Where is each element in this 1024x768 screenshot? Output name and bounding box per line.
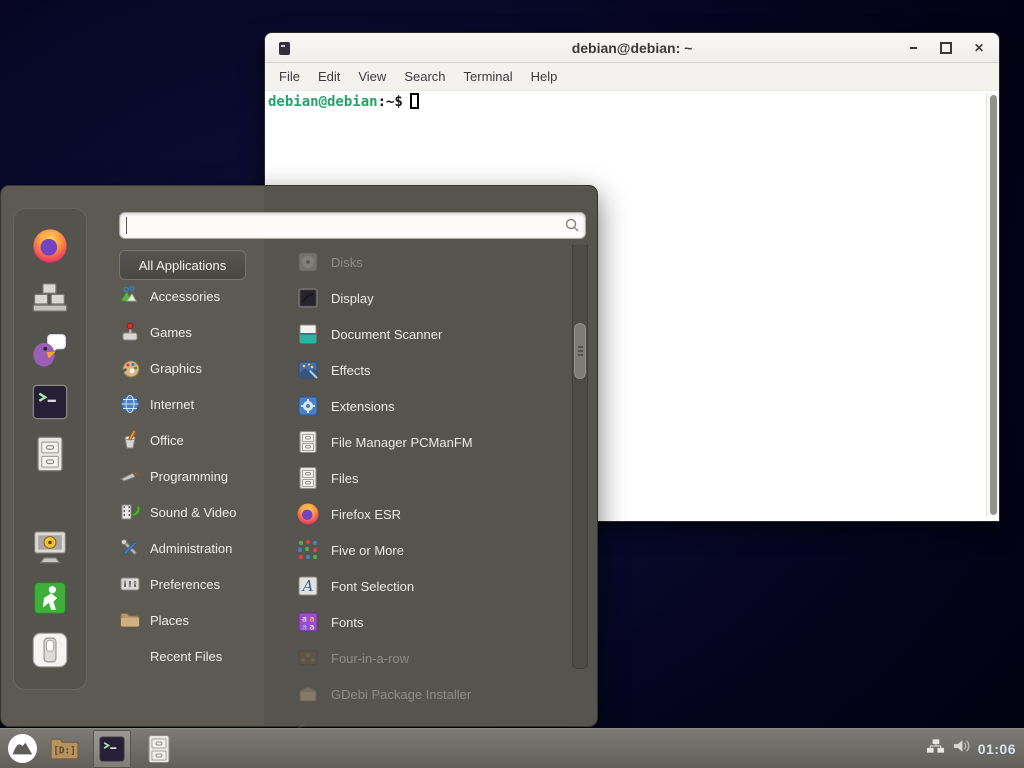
package-installer-icon[interactable]: [31, 279, 69, 317]
display-icon: [296, 286, 320, 310]
network-icon[interactable]: [926, 738, 945, 759]
category-places[interactable]: Places: [119, 602, 271, 638]
terminal-window-title: debian@debian: ~: [572, 40, 693, 56]
category-games[interactable]: Games: [119, 314, 271, 350]
taskbar: [D:] 01:06: [0, 728, 1024, 768]
app-disks: Disks: [264, 244, 572, 280]
search-input[interactable]: [119, 212, 586, 239]
menu-scrollbar-track[interactable]: [572, 245, 588, 669]
app-font-selection[interactable]: A Font Selection: [264, 568, 572, 604]
terminal-prompt: debian@debian:~$: [268, 94, 419, 110]
document-scanner-icon: [296, 322, 320, 346]
close-icon[interactable]: ✕: [972, 41, 986, 55]
terminal-icon[interactable]: [31, 383, 69, 421]
prompt-suffix: :~$: [378, 94, 403, 110]
category-graphics[interactable]: Graphics: [119, 350, 271, 386]
firefox-icon[interactable]: [31, 227, 69, 265]
terminal-scrollbar[interactable]: [986, 93, 999, 517]
taskbar-files-button[interactable]: [145, 734, 173, 764]
application-menu: All Applications Accessories Games Graph…: [0, 185, 598, 727]
application-list: Disks Display Document Scanner Effects E…: [264, 244, 572, 706]
office-icon: [119, 429, 141, 451]
terminal-titlebar[interactable]: debian@debian: ~ ✕: [265, 33, 999, 63]
terminal-window-icon: [279, 42, 290, 55]
terminal-cursor: [410, 93, 419, 109]
preferences-icon: [119, 573, 141, 595]
menu-scrollbar-handle[interactable]: [574, 323, 586, 379]
administration-icon: [119, 537, 141, 559]
shutdown-icon[interactable]: [31, 631, 69, 669]
folder-d-icon[interactable]: [D:]: [49, 735, 80, 762]
scrollbar-grip: [578, 346, 583, 348]
four-in-a-row-icon: [296, 646, 320, 670]
volume-icon[interactable]: [952, 738, 971, 759]
menu-file[interactable]: File: [270, 69, 309, 84]
prompt-user-host: debian@debian: [268, 94, 378, 110]
app-extensions[interactable]: Extensions: [264, 388, 572, 424]
taskbar-terminal-button-active[interactable]: [93, 730, 131, 768]
extensions-icon: [296, 394, 320, 418]
svg-text:a: a: [302, 623, 307, 632]
menu-edit[interactable]: Edit: [309, 69, 349, 84]
start-menu-button[interactable]: [7, 733, 38, 764]
all-applications-button[interactable]: All Applications: [119, 250, 246, 280]
category-preferences[interactable]: Preferences: [119, 566, 271, 602]
category-programming[interactable]: Programming: [119, 458, 271, 494]
terminal-menubar: File Edit View Search Terminal Help: [265, 63, 999, 91]
svg-text:[D:]: [D:]: [53, 746, 75, 757]
games-icon: [119, 321, 141, 343]
app-files[interactable]: Files: [264, 460, 572, 496]
category-sound-video[interactable]: Sound & Video: [119, 494, 271, 530]
logout-icon[interactable]: [31, 579, 69, 617]
category-internet[interactable]: Internet: [119, 386, 271, 422]
disks-icon: [296, 250, 320, 274]
search-caret: [126, 217, 127, 234]
svg-text:a: a: [310, 623, 315, 632]
accessories-icon: [119, 285, 141, 307]
recent-files-no-icon: [119, 645, 141, 667]
places-icon: [119, 609, 141, 631]
terminal-scrollbar-handle[interactable]: [990, 95, 997, 515]
magnifier-icon: [564, 217, 580, 233]
app-gdebi-package-installer: GDebi Package Installer: [264, 676, 572, 706]
taskbar-clock[interactable]: 01:06: [978, 741, 1016, 757]
app-file-manager-pcmanfm[interactable]: File Manager PCManFM: [264, 424, 572, 460]
pidgin-icon[interactable]: [31, 331, 69, 369]
app-fonts[interactable]: aaaa Fonts: [264, 604, 572, 640]
screensaver-icon[interactable]: [31, 527, 69, 565]
category-list: Accessories Games Graphics Internet Offi…: [119, 278, 271, 674]
menu-help[interactable]: Help: [522, 69, 567, 84]
file-cabinet-icon[interactable]: [31, 435, 69, 473]
gdebi-icon: [296, 682, 320, 706]
app-four-in-a-row: Four-in-a-row: [264, 640, 572, 676]
svg-text:A: A: [301, 577, 314, 595]
font-selection-icon: A: [296, 574, 320, 598]
app-effects[interactable]: Effects: [264, 352, 572, 388]
category-accessories[interactable]: Accessories: [119, 278, 271, 314]
menu-terminal[interactable]: Terminal: [455, 69, 522, 84]
graphics-icon: [119, 357, 141, 379]
app-five-or-more[interactable]: Five or More: [264, 532, 572, 568]
maximize-icon[interactable]: [939, 41, 953, 55]
file-cabinet-icon: [296, 430, 320, 454]
fonts-icon: aaaa: [296, 610, 320, 634]
menu-search[interactable]: Search: [395, 69, 454, 84]
system-tray: 01:06: [926, 738, 1016, 759]
firefox-icon: [296, 502, 320, 526]
effects-icon: [296, 358, 320, 382]
favorites-panel: [13, 208, 87, 690]
app-display[interactable]: Display: [264, 280, 572, 316]
app-firefox-esr[interactable]: Firefox ESR: [264, 496, 572, 532]
category-office[interactable]: Office: [119, 422, 271, 458]
category-administration[interactable]: Administration: [119, 530, 271, 566]
five-or-more-icon: [296, 538, 320, 562]
menu-view[interactable]: View: [349, 69, 395, 84]
file-cabinet-icon: [296, 466, 320, 490]
programming-icon: [119, 465, 141, 487]
app-document-scanner[interactable]: Document Scanner: [264, 316, 572, 352]
sound-video-icon: [119, 501, 141, 523]
internet-icon: [119, 393, 141, 415]
minimize-icon[interactable]: [906, 41, 920, 55]
category-recent-files[interactable]: Recent Files: [119, 638, 271, 674]
